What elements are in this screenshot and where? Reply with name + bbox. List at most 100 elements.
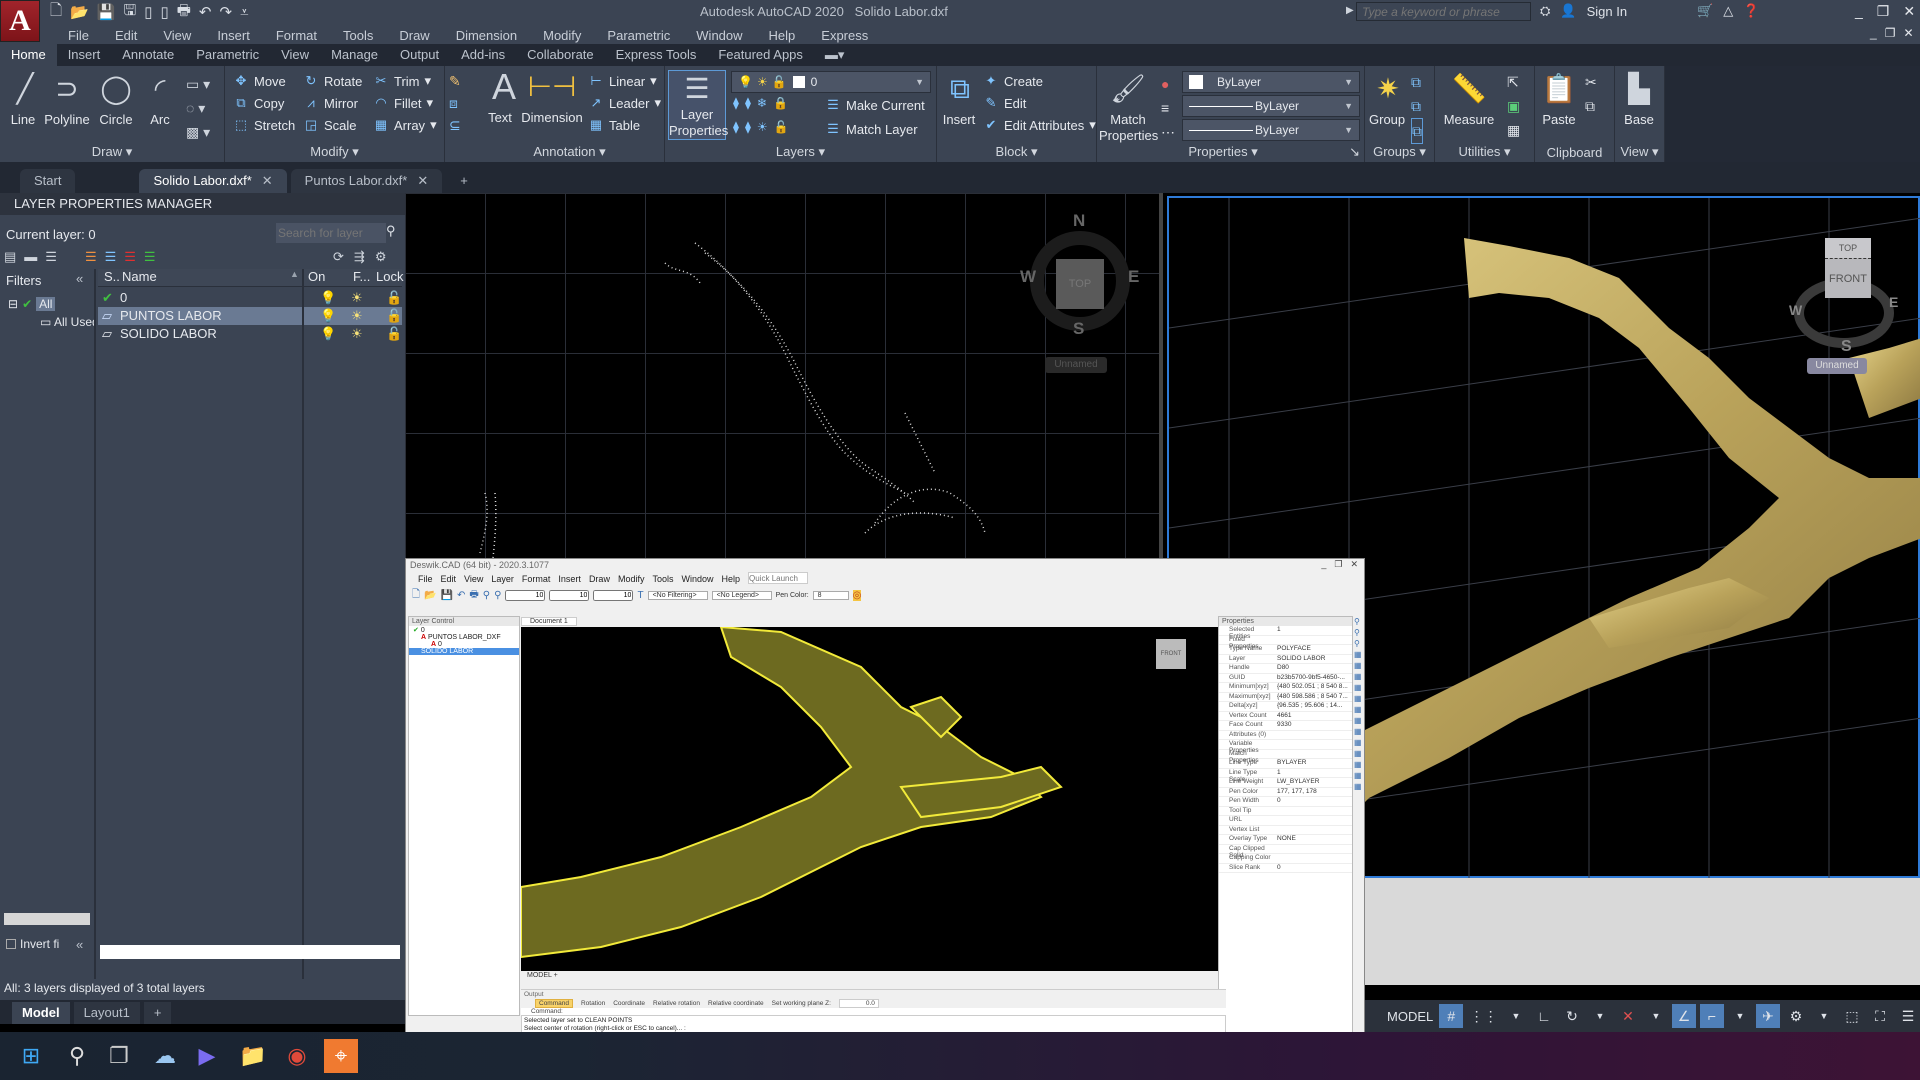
filter-all[interactable]: ⊟ ✔ All bbox=[8, 297, 56, 311]
layer-lock-icon[interactable]: 🔒 bbox=[773, 96, 794, 110]
isodraft-dropdown-icon[interactable]: ▼ bbox=[1644, 1004, 1668, 1028]
explode-icon[interactable]: ⧈ bbox=[449, 92, 461, 114]
linetype-dropdown[interactable]: ByLayer ▼ bbox=[1182, 119, 1360, 141]
menu-view[interactable]: View bbox=[150, 26, 204, 46]
w2-filter-icon[interactable]: T bbox=[637, 590, 643, 601]
property-row[interactable]: Overlay Type NONE bbox=[1219, 835, 1352, 845]
plot-icon[interactable]: 🖶 bbox=[177, 0, 191, 25]
array-button[interactable]: ▦ Array ▾ bbox=[373, 114, 437, 136]
layer-thaw-icon[interactable]: ☀ bbox=[351, 289, 363, 307]
w2-print-icon[interactable]: 🖶 bbox=[469, 587, 478, 604]
w2-side-toolbar[interactable]: ⚲ ⚲ ⚲ ▦ ▦ ▦ ▦ ▦ ▦ ▦ ▦ ▦ ▦ ▦ ▦ ▦ bbox=[1354, 616, 1364, 1016]
w2-undo-icon[interactable]: ↶ bbox=[457, 590, 465, 601]
compass-w[interactable]: W bbox=[1020, 267, 1036, 287]
w2-snap-icon[interactable]: ◎ bbox=[852, 590, 862, 601]
insert-block-button[interactable]: ⧉ Insert bbox=[941, 70, 977, 128]
w2-new-icon[interactable]: 🗋 bbox=[412, 587, 420, 604]
menu-insert[interactable]: Insert bbox=[204, 26, 263, 46]
menu-help[interactable]: Help bbox=[756, 26, 809, 46]
properties-panel-label[interactable]: Properties ▾ ↘ bbox=[1097, 144, 1364, 160]
property-row[interactable]: Attributes (0) bbox=[1219, 731, 1352, 740]
ucs-menu[interactable]: Unnamed bbox=[1807, 358, 1867, 374]
w2-menu-edit[interactable]: Edit bbox=[437, 572, 461, 586]
leader-button[interactable]: ↗ Leader ▾ bbox=[588, 92, 661, 114]
property-row[interactable]: Variable Properties bbox=[1219, 740, 1352, 754]
col-on[interactable]: On bbox=[308, 269, 325, 284]
menu-dimension[interactable]: Dimension bbox=[443, 26, 530, 46]
property-row[interactable]: Type Name POLYFACE bbox=[1219, 645, 1352, 655]
property-row[interactable]: Handle D80 bbox=[1219, 664, 1352, 674]
w2-legend-dropdown[interactable]: <No Legend> bbox=[711, 591, 772, 600]
open-web-icon[interactable]: ▯ bbox=[144, 3, 152, 21]
save-icon[interactable]: 💾 bbox=[97, 3, 116, 21]
property-row[interactable]: Layer SOLIDO LABOR bbox=[1219, 655, 1352, 664]
line-button[interactable]: ╱ Line bbox=[6, 70, 40, 128]
property-row[interactable]: Line Type Scale 1 bbox=[1219, 769, 1352, 783]
property-row[interactable]: Slice Rank 0 bbox=[1219, 864, 1352, 873]
linear-button[interactable]: ⊢ Linear ▾ bbox=[588, 70, 661, 92]
command-line-area[interactable] bbox=[1365, 878, 1920, 985]
layer-states-icon[interactable]: ☰ bbox=[45, 249, 57, 265]
tab-annotate[interactable]: Annotate bbox=[111, 44, 185, 66]
make-current-button[interactable]: ☰ Make Current bbox=[825, 94, 925, 116]
invert-filter-checkbox[interactable]: Invert fi bbox=[6, 937, 59, 951]
compass-w[interactable]: W bbox=[1789, 302, 1802, 318]
tab-model[interactable]: Model bbox=[12, 1002, 70, 1024]
polyline-button[interactable]: ⊃ Polyline bbox=[44, 70, 90, 128]
layer-unlock-icon[interactable]: 🔓 bbox=[774, 120, 795, 134]
col-freeze[interactable]: F... bbox=[353, 269, 370, 284]
edit-block-button[interactable]: ✎ Edit bbox=[983, 92, 1096, 114]
block-panel-label[interactable]: Block ▾ bbox=[937, 144, 1096, 160]
isolate-objects-icon[interactable]: ⬚ bbox=[1840, 1004, 1864, 1028]
menu-modify[interactable]: Modify bbox=[530, 26, 594, 46]
w2-viewcube[interactable]: FRONT bbox=[1156, 639, 1186, 669]
sign-in-link[interactable]: Sign In bbox=[1587, 4, 1627, 19]
settings-icon[interactable]: ⚙ bbox=[375, 249, 387, 265]
viewport-top[interactable]: TOP N S W E Unnamed bbox=[405, 193, 1163, 558]
arc-button[interactable]: ◜ Arc bbox=[140, 70, 180, 128]
close-tab-icon[interactable]: ✕ bbox=[262, 173, 273, 188]
w2-layer-item-selected[interactable]: SOLIDO LABOR bbox=[409, 648, 519, 655]
property-row[interactable]: GUID b23b5700-9bf5-4650-... bbox=[1219, 674, 1352, 683]
compass-e[interactable]: E bbox=[1128, 267, 1139, 287]
menu-edit[interactable]: Edit bbox=[102, 26, 150, 46]
col-name[interactable]: Name bbox=[122, 269, 157, 284]
move-button[interactable]: ✥ Move bbox=[233, 70, 295, 92]
ortho-icon[interactable]: ∟ bbox=[1532, 1004, 1556, 1028]
scale-button[interactable]: ◲ Scale bbox=[303, 114, 362, 136]
win2-close-icon[interactable]: ✕ bbox=[1350, 559, 1358, 570]
restore-icon[interactable]: ❐ bbox=[1877, 3, 1890, 20]
match-properties-button[interactable]: 🖌 Match Properties bbox=[1099, 70, 1158, 144]
doc-tab-puntos-labor[interactable]: Puntos Labor.dxf* ✕ bbox=[290, 169, 443, 193]
rectangle-icon[interactable]: ▭ ▾ bbox=[186, 72, 210, 96]
lineweight-dropdown[interactable]: ByLayer ▼ bbox=[1182, 95, 1360, 117]
w2-layer-item[interactable]: A PUNTOS LABOR_DXF bbox=[409, 634, 519, 641]
menu-tools[interactable]: Tools bbox=[330, 26, 386, 46]
w2-menu-format[interactable]: Format bbox=[518, 572, 555, 586]
layer-list-scrollbar[interactable] bbox=[100, 945, 400, 959]
copy-button[interactable]: ⧉ Copy bbox=[233, 92, 295, 114]
add-layout-button[interactable]: + bbox=[143, 1002, 172, 1024]
doc-close-icon[interactable]: ✕ bbox=[1903, 26, 1913, 40]
doc-minimize-icon[interactable]: _ bbox=[1870, 26, 1877, 40]
delete-layer-icon[interactable]: ☰ bbox=[124, 249, 136, 265]
base-button[interactable]: ▙ Base bbox=[1619, 70, 1659, 128]
win2-minimize-icon[interactable]: _ bbox=[1321, 559, 1326, 570]
layer-unlock-icon[interactable]: 🔓 bbox=[386, 307, 402, 325]
w2-spin-input-3[interactable] bbox=[593, 590, 634, 601]
isodraft-icon[interactable]: ✕ bbox=[1616, 1004, 1640, 1028]
viewcube-left[interactable]: TOP N S W E bbox=[1020, 211, 1140, 341]
customize-qat-icon[interactable]: ⩡ bbox=[240, 4, 248, 21]
w2-open-icon[interactable]: 📂 bbox=[424, 590, 436, 601]
layer-properties-button[interactable]: ☰ Layer Properties bbox=[668, 70, 728, 140]
layer-on-icon[interactable]: 💡 bbox=[320, 307, 336, 325]
w2-save-icon[interactable]: 💾 bbox=[441, 590, 453, 601]
save-web-icon[interactable]: ▯ bbox=[160, 3, 168, 21]
set-current-icon[interactable]: ☰ bbox=[144, 249, 156, 265]
property-row[interactable]: Pen Width 0 bbox=[1219, 797, 1352, 807]
layer-thaw-icon[interactable]: ☀ bbox=[757, 120, 774, 134]
cart-icon[interactable]: 🛒 bbox=[1697, 3, 1713, 19]
layer-unlock-icon[interactable]: 🔓 bbox=[386, 289, 402, 307]
group-selection-icon[interactable]: ⧉ bbox=[1411, 118, 1423, 144]
create-block-button[interactable]: ✦ Create bbox=[983, 70, 1096, 92]
